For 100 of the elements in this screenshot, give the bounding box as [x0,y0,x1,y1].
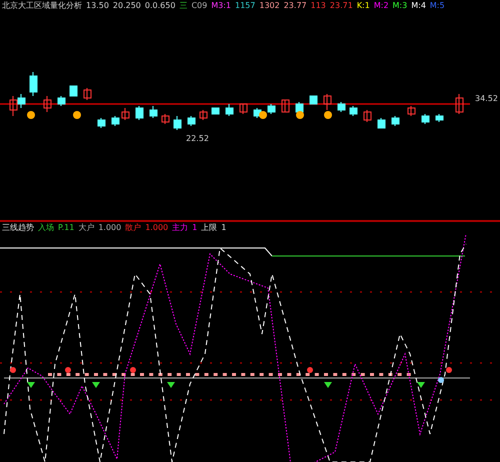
candle [98,118,106,128]
candle [200,110,208,120]
square-marker [370,373,374,376]
candle [174,116,182,130]
square-marker [57,373,62,376]
indicator-value: 主力 [172,223,188,233]
candle [338,102,346,112]
buy-marker [65,367,71,373]
header-value: 113 [310,1,326,11]
candle [392,116,400,126]
price-low-label: 22.52 [186,134,209,144]
candle [364,110,372,122]
down-arrow-icon [92,382,100,388]
indicator-value: 大户 [78,223,94,233]
square-marker [222,373,227,376]
buy-marker [307,367,313,373]
square-marker [214,373,218,376]
header-value: 1157 [235,1,256,11]
square-marker [66,373,70,376]
square-marker [48,373,52,376]
square-marker [268,373,273,376]
header-value: M:5 [430,1,445,11]
square-marker [314,373,319,376]
square-marker [287,373,292,376]
square-marker [241,373,246,376]
candle [310,96,318,104]
square-marker [84,373,89,376]
square-marker [195,373,200,376]
candle [226,104,234,116]
buy-marker [10,367,16,373]
indicator-value: 入场 [38,223,54,233]
buy-marker [130,367,136,373]
square-marker [260,373,264,376]
square-marker [306,373,310,376]
candle [150,106,158,118]
square-marker [379,373,384,376]
candle [422,114,430,124]
square-marker [406,373,411,376]
header-value: C09 [191,1,208,11]
indicator-value: 1.000 [145,223,168,233]
square-marker [112,373,116,376]
square-marker [232,373,236,376]
square-marker [158,373,162,376]
header-value: 23.71 [330,1,353,11]
candle [436,114,444,122]
square-marker [168,373,172,376]
indicator-value: 散户 [125,223,142,233]
down-arrow-icon [324,382,332,388]
candle [84,88,92,100]
square-marker [398,373,402,376]
indicator-value: P.11 [58,223,74,233]
candle [112,116,120,126]
candle [378,118,386,128]
price-high-label: 34.52 [475,94,498,104]
candle [296,102,304,114]
down-arrow-icon [417,382,425,388]
square-marker [388,373,392,376]
header-value: 1302 [259,1,280,11]
square-marker [204,373,208,376]
header-value: K:1 [356,1,370,11]
header-value: 0.0.650 [144,1,176,11]
square-marker [342,373,346,376]
header-value: 三 [179,1,188,11]
candle [58,96,66,106]
square-marker [352,373,356,376]
square-marker [250,373,254,376]
square-marker [103,373,108,376]
square-marker [324,373,328,376]
indicator-value: 1 [192,223,198,233]
header-value: 23.77 [284,1,307,11]
chart-title: 北京大工区域量化分析 [2,1,82,11]
candle [350,106,358,116]
down-arrow-icon [167,382,175,388]
candle [456,94,464,114]
candle [122,108,130,120]
candle [268,104,276,114]
square-marker [94,373,98,376]
candle [282,100,290,112]
header-value: M:4 [411,1,426,11]
square-marker [296,373,300,376]
header-value: M:2 [374,1,389,11]
candle [44,96,52,112]
candle [324,94,332,110]
buy-marker [446,367,452,373]
square-marker [130,373,135,376]
candle [30,72,38,96]
indicator-value: 1.000 [98,223,122,233]
square-marker [333,373,338,376]
header-value: M:3 [392,1,408,11]
square-marker [76,373,80,376]
square-marker [360,373,365,376]
candle [240,104,248,114]
candle [162,114,170,124]
indicator-title: 三线趋势 [2,223,34,233]
header-value: 20.250 [112,1,141,11]
header-value: M3:1 [211,1,231,11]
square-marker [149,373,154,376]
indicator-value: 上限 [201,223,218,233]
square-marker [176,373,181,376]
candle [408,106,416,116]
